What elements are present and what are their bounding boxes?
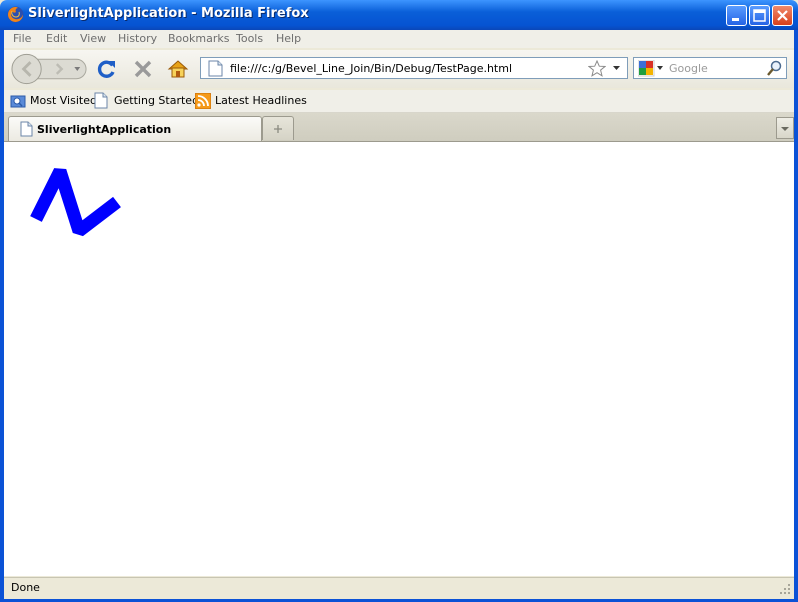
browser-window: SliverlightApplication - Mozilla Firefox… (0, 0, 798, 602)
reload-button[interactable] (96, 58, 118, 80)
tab-active[interactable]: SliverlightApplication (8, 116, 262, 141)
close-button[interactable] (772, 5, 793, 26)
search-placeholder: Google (669, 62, 708, 75)
menu-file[interactable]: File (13, 32, 31, 45)
bookmark-label: Most Visited (30, 94, 97, 107)
menu-history[interactable]: History (118, 32, 157, 45)
star-icon[interactable] (588, 60, 606, 77)
search-bar[interactable]: Google (633, 57, 787, 79)
window-frame-right (794, 30, 798, 602)
magnifier-icon[interactable] (766, 60, 784, 77)
status-text: Done (11, 581, 40, 594)
resize-grip-icon[interactable] (779, 583, 791, 595)
forward-button[interactable] (44, 58, 68, 80)
menu-view[interactable]: View (80, 32, 106, 45)
history-dropdown-button[interactable] (68, 58, 86, 80)
menu-help[interactable]: Help (276, 32, 301, 45)
home-button[interactable] (167, 58, 189, 80)
url-text: file:///c:/g/Bevel_Line_Join/Bin/Debug/T… (230, 62, 513, 75)
maximize-button[interactable] (749, 5, 770, 26)
window-title: SliverlightApplication - Mozilla Firefox (28, 6, 309, 21)
page-icon (208, 60, 223, 77)
minimize-button[interactable] (726, 5, 747, 26)
tab-list-button[interactable] (776, 117, 794, 139)
minimize-icon (732, 18, 739, 21)
status-bar: Done (4, 577, 794, 599)
bevel-polyline (30, 168, 121, 237)
menu-edit[interactable]: Edit (46, 32, 67, 45)
stop-button[interactable] (132, 58, 154, 80)
back-button[interactable] (10, 53, 42, 85)
page-icon (20, 121, 33, 137)
menu-bar: File Edit View History Bookmarks Tools H… (4, 30, 794, 48)
maximize-icon (753, 9, 766, 22)
silverlight-canvas (30, 168, 121, 237)
tab-label: SliverlightApplication (37, 123, 172, 136)
title-bar[interactable]: SliverlightApplication - Mozilla Firefox (0, 0, 798, 30)
close-icon (777, 10, 788, 21)
reload-icon (97, 60, 115, 78)
new-tab-button[interactable] (262, 116, 294, 140)
tab-strip: SliverlightApplication (4, 113, 794, 142)
home-icon (167, 60, 189, 78)
url-dropdown-icon[interactable] (613, 66, 620, 71)
bookmark-label: Getting Started (114, 94, 200, 107)
page-content (4, 142, 794, 576)
firefox-icon (7, 6, 24, 23)
chevron-down-icon (781, 127, 789, 131)
menu-tools[interactable]: Tools (236, 32, 263, 45)
url-bar[interactable]: file:///c:/g/Bevel_Line_Join/Bin/Debug/T… (200, 57, 628, 79)
plus-icon (274, 125, 282, 133)
page-icon (94, 92, 108, 109)
bookmarks-toolbar: Most Visited Getting Started Latest Head… (4, 90, 794, 113)
google-icon[interactable] (638, 60, 666, 77)
stop-icon (134, 60, 152, 78)
rss-icon (195, 93, 211, 109)
menu-bookmarks[interactable]: Bookmarks (168, 32, 229, 45)
smart-folder-icon (10, 95, 26, 108)
bookmark-label: Latest Headlines (215, 94, 307, 107)
